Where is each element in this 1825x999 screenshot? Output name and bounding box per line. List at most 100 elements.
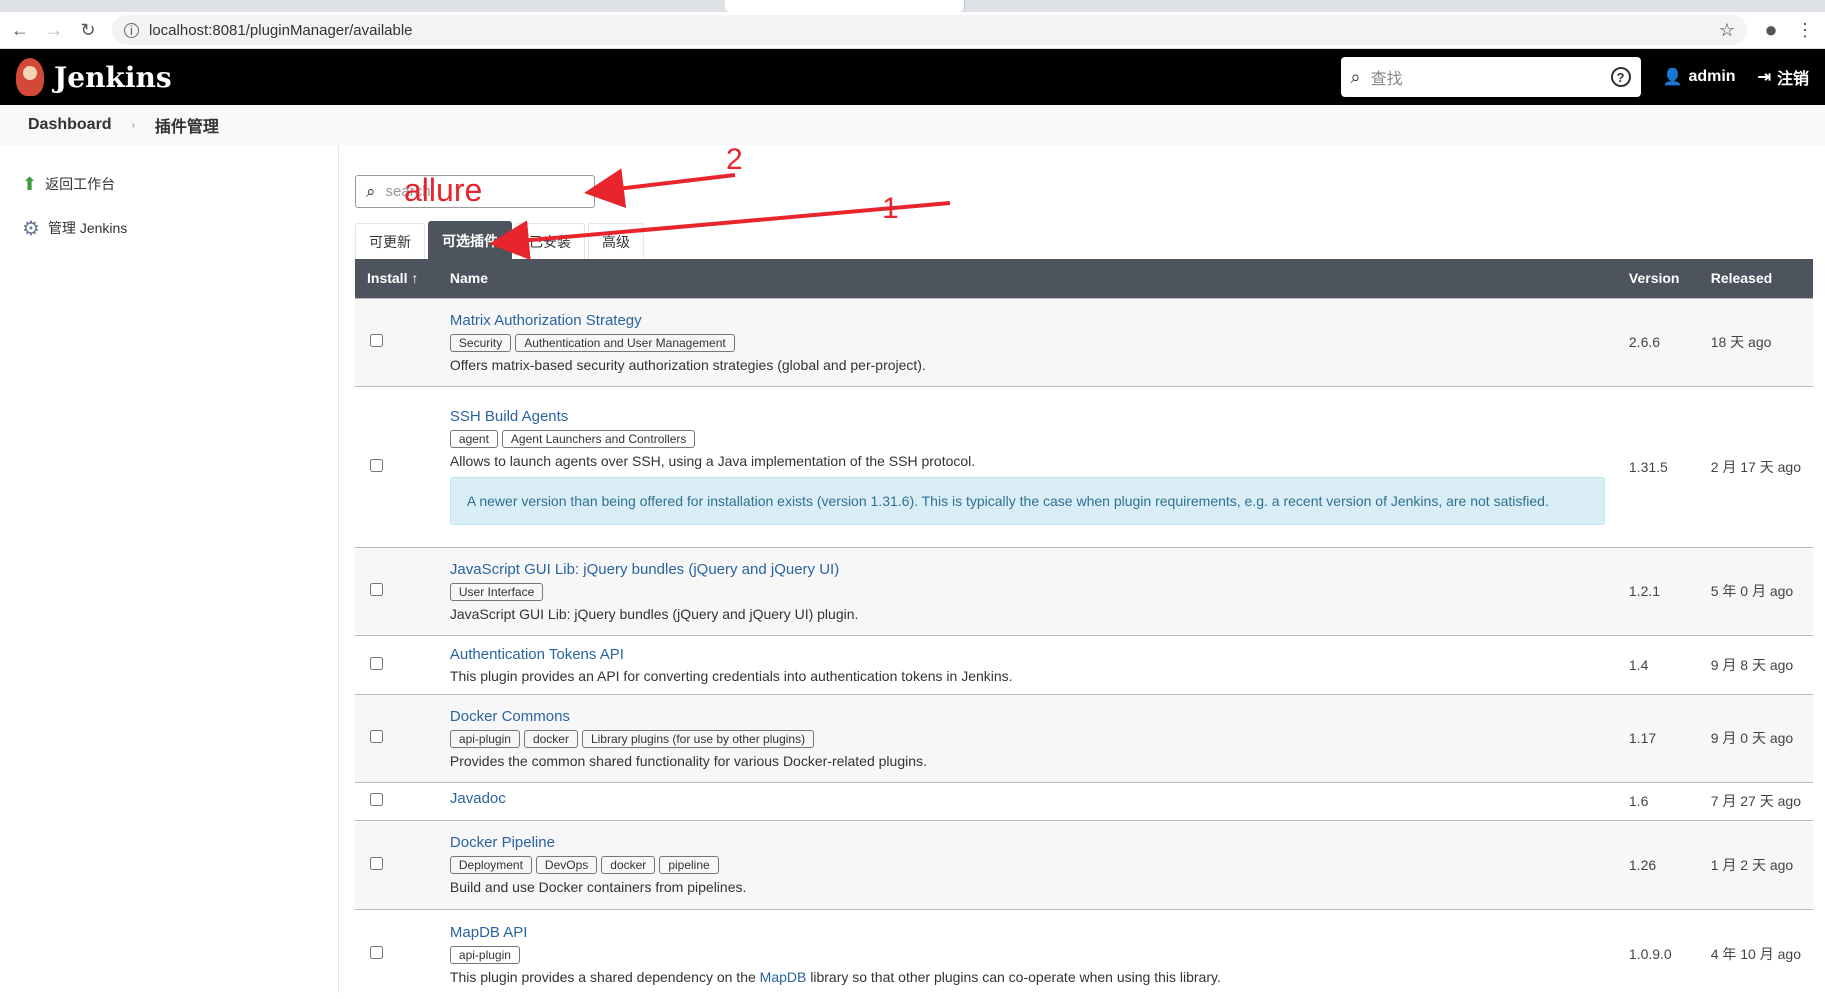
sidebar-item-label: 返回工作台 — [45, 176, 116, 192]
help-icon[interactable]: ? — [1610, 67, 1631, 87]
back-icon[interactable]: ← — [10, 20, 30, 41]
search-icon: ⌕ — [1350, 66, 1361, 87]
plugin-label[interactable]: Authentication and User Management — [515, 333, 735, 352]
sidebar-item-manage[interactable]: ⚙ 管理 Jenkins — [0, 206, 338, 250]
plugin-labels: api-plugin — [449, 945, 1605, 969]
tab-advanced[interactable]: 高级 — [588, 223, 644, 259]
user-link[interactable]: 👤 admin — [1663, 67, 1736, 87]
browser-tab-active[interactable] — [725, 0, 965, 12]
logout-link[interactable]: ⇥ 注销 — [1758, 65, 1809, 89]
install-checkbox[interactable] — [370, 793, 383, 806]
plugin-label[interactable]: Agent Launchers and Controllers — [501, 430, 696, 448]
plugin-description: Provides the common shared functionality… — [449, 752, 927, 769]
plugin-name-link[interactable]: Docker Commons — [450, 708, 1605, 725]
table-row: Authentication Tokens API This plugin pro… — [355, 634, 1813, 694]
table-row: Javadoc 1.6 7 月 27 天 ago — [355, 781, 1813, 820]
plugin-released: 2 月 17 天 ago — [1698, 385, 1813, 547]
plugin-name-link[interactable]: SSH Build Agents — [450, 408, 1605, 425]
tab-updates[interactable]: 可更新 — [355, 223, 425, 259]
plugin-label[interactable]: Deployment — [449, 856, 532, 874]
plugin-label[interactable]: docker — [601, 856, 656, 874]
jenkins-logo[interactable]: Jenkins — [16, 58, 172, 96]
plugin-version: 1.2.1 — [1616, 546, 1699, 635]
profile-icon[interactable]: ● — [1761, 17, 1781, 43]
plugin-label[interactable]: Library plugins (for use by other plugin… — [581, 729, 815, 748]
breadcrumb-dashboard[interactable]: Dashboard — [28, 116, 112, 134]
gear-icon: ⚙ — [22, 217, 40, 240]
newer-version-notice: A newer version than being offered for i… — [449, 477, 1605, 525]
plugin-name-link[interactable]: JavaScript GUI Lib: jQuery bundles (jQue… — [450, 561, 1605, 578]
tab-available[interactable]: 可选插件 — [428, 221, 512, 259]
plugin-version: 2.6.6 — [1616, 297, 1699, 386]
sidebar-item-label: 管理 Jenkins — [47, 220, 128, 236]
address-row: ← → ↻ i localhost:8081/pluginManager/ava… — [0, 12, 1825, 49]
plugin-labels: User Interface — [449, 582, 1605, 606]
plugin-version: 1.0.9.0 — [1616, 908, 1699, 999]
table-row: Docker Pipeline Deployment DevOps docker pip… — [355, 819, 1813, 909]
plugin-version: 1.31.5 — [1616, 385, 1699, 547]
plugin-table: Install ↑ Name Version Released Matrix A… — [355, 259, 1813, 999]
plugin-name-link[interactable]: Matrix Authorization Strategy — [450, 312, 1605, 329]
plugin-label[interactable]: Security — [449, 333, 512, 352]
url-bar[interactable]: i localhost:8081/pluginManager/available… — [112, 15, 1747, 45]
install-checkbox[interactable] — [370, 946, 383, 960]
search-icon: ⌕ — [366, 181, 376, 201]
plugin-labels: Security Authentication and User Manageme… — [449, 333, 1605, 357]
plugin-name-link[interactable]: Authentication Tokens API — [450, 646, 1605, 663]
column-name[interactable]: Name — [437, 259, 1617, 298]
plugin-released: 9 月 0 天 ago — [1698, 693, 1813, 782]
annotation-step-1: 1 — [882, 192, 899, 225]
plugin-label[interactable]: DevOps — [535, 856, 598, 874]
plugin-description: This plugin provides a shared dependency… — [450, 969, 1605, 985]
plugin-label[interactable]: api-plugin — [449, 945, 520, 964]
plugin-label[interactable]: api-plugin — [449, 729, 520, 748]
column-version[interactable]: Version — [1616, 259, 1699, 298]
plugin-name-link[interactable]: Docker Pipeline — [450, 834, 1605, 851]
plugin-label[interactable]: docker — [523, 729, 578, 748]
user-icon: 👤 — [1662, 69, 1683, 86]
forward-icon[interactable]: → — [44, 20, 64, 41]
plugin-version: 1.4 — [1616, 634, 1699, 694]
install-checkbox[interactable] — [370, 458, 383, 472]
install-checkbox[interactable] — [370, 656, 383, 670]
menu-icon[interactable]: ⋮ — [1795, 20, 1815, 41]
install-checkbox[interactable] — [370, 334, 383, 347]
mapdb-link[interactable]: MapDB — [760, 969, 807, 985]
logout-icon: ⇥ — [1757, 69, 1771, 86]
reload-icon[interactable]: ↻ — [78, 20, 98, 41]
description-text: library so that other plugins can co-ope… — [806, 968, 1221, 985]
plugin-labels: agent Agent Launchers and Controllers — [449, 430, 1605, 453]
plugin-tabs: 可更新 可选插件 已安装 高级 — [355, 221, 1813, 259]
breadcrumb-separator-icon: › — [131, 119, 135, 131]
plugin-description: JavaScript GUI Lib: jQuery bundles (jQue… — [449, 605, 859, 622]
install-checkbox[interactable] — [370, 856, 383, 870]
header-search-input[interactable]: 查找 — [1371, 65, 1403, 89]
annotation-typed-text: allure — [404, 172, 483, 208]
breadcrumb-plugin-manager[interactable]: 插件管理 — [155, 113, 219, 137]
up-arrow-icon: ⬆ — [22, 173, 38, 194]
install-checkbox[interactable] — [370, 730, 383, 743]
plugin-label[interactable]: agent — [449, 430, 498, 448]
main-content: ⌕ search 可更新 可选插件 已安装 高级 Install ↑ Name … — [355, 145, 1813, 999]
plugin-released: 9 月 8 天 ago — [1698, 634, 1813, 694]
plugin-released: 4 年 10 月 ago — [1698, 908, 1813, 999]
column-install[interactable]: Install ↑ — [355, 259, 438, 298]
star-icon[interactable]: ☆ — [1719, 20, 1735, 41]
install-checkbox[interactable] — [370, 583, 383, 596]
sidebar: ⬆ 返回工作台 ⚙ 管理 Jenkins — [0, 145, 339, 993]
sidebar-item-back[interactable]: ⬆ 返回工作台 — [0, 162, 338, 206]
plugin-label[interactable]: User Interface — [449, 582, 544, 601]
info-icon[interactable]: i — [124, 22, 139, 38]
user-name[interactable]: admin — [1688, 68, 1735, 86]
plugin-name-link[interactable]: Javadoc — [450, 790, 1605, 807]
plugin-labels: Deployment DevOps docker pipeline — [449, 856, 1605, 879]
logout-label[interactable]: 注销 — [1777, 65, 1809, 89]
plugin-name-link[interactable]: MapDB API — [450, 924, 1605, 941]
plugin-label[interactable]: pipeline — [659, 856, 719, 874]
plugin-released: 5 年 0 月 ago — [1698, 546, 1813, 635]
plugin-labels: api-plugin docker Library plugins (for use… — [449, 729, 1605, 753]
header-search[interactable]: ⌕ 查找 ? — [1340, 57, 1641, 97]
tab-installed[interactable]: 已安装 — [515, 223, 585, 259]
column-released[interactable]: Released — [1698, 259, 1813, 298]
table-row: Matrix Authorization Strategy Security Aut… — [355, 297, 1813, 386]
